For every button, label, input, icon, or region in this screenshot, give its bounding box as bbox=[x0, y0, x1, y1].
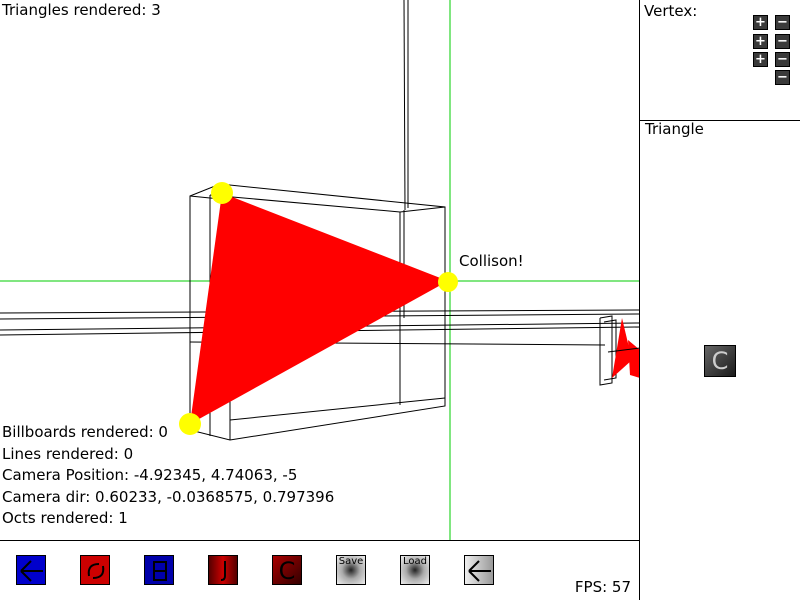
rotate-button[interactable] bbox=[80, 555, 110, 585]
bottom-toolbar: C Save Load FPS: 57 bbox=[0, 540, 639, 601]
vertex-marker-top bbox=[211, 182, 233, 204]
vertex-z-plus-button[interactable]: + bbox=[753, 52, 768, 67]
vertex-x-minus-button[interactable]: − bbox=[775, 15, 790, 30]
octs-rendered-text: Octs rendered: 1 bbox=[2, 509, 128, 527]
save-button[interactable]: Save bbox=[336, 555, 366, 585]
save-label: Save bbox=[338, 556, 364, 567]
lines-rendered-text: Lines rendered: 0 bbox=[2, 444, 134, 463]
equals-button[interactable] bbox=[144, 555, 174, 585]
rendered-triangle bbox=[190, 193, 448, 424]
fps-counter: FPS: 57 bbox=[574, 578, 631, 596]
left-arrow-icon bbox=[20, 560, 43, 582]
joint-button[interactable] bbox=[208, 555, 238, 585]
c-button-label: C bbox=[278, 557, 296, 585]
vertex-x-plus-button[interactable]: + bbox=[753, 15, 768, 30]
triangle-c-button[interactable]: C bbox=[704, 345, 736, 377]
triangles-rendered-text: Triangles rendered: 3 bbox=[2, 1, 161, 19]
vertex-section: Vertex: + − + − + − − bbox=[640, 0, 800, 121]
load-label: Load bbox=[403, 556, 427, 567]
vertex-marker-right bbox=[438, 272, 458, 292]
billboards-rendered-text: Billboards rendered: 0 bbox=[2, 423, 168, 441]
camera-position-text: Camera Position: -4.92345, 4.74063, -5 bbox=[2, 466, 298, 484]
blue-arrow-button[interactable] bbox=[16, 555, 46, 585]
rotate-icon bbox=[87, 563, 105, 579]
triangle-label: Triangle bbox=[645, 120, 704, 138]
back-arrow-icon bbox=[468, 560, 491, 582]
distant-object bbox=[599, 315, 640, 386]
c-button[interactable]: C bbox=[272, 555, 302, 585]
collision-label: Collison! bbox=[459, 252, 524, 270]
vertex-y-minus-button[interactable]: − bbox=[775, 34, 790, 49]
vertex-label: Vertex: bbox=[644, 2, 698, 20]
camera-dir-text: Camera dir: 0.60233, -0.0368575, 0.79739… bbox=[2, 487, 335, 506]
stats-overlay: Billboards rendered: 0 Lines rendered: 0… bbox=[2, 422, 334, 530]
vertex-y-plus-button[interactable]: + bbox=[753, 34, 768, 49]
hook-icon bbox=[220, 561, 226, 581]
vertex-z-minus-button[interactable]: − bbox=[775, 52, 790, 67]
editor-side-panel: Vertex: + − + − + − − Triangle C bbox=[639, 0, 800, 600]
load-button[interactable]: Load bbox=[400, 555, 430, 585]
vertex-extra-minus-button[interactable]: − bbox=[775, 70, 790, 85]
back-button[interactable] bbox=[464, 555, 494, 585]
3d-viewport[interactable]: Triangles rendered: 3 Collison! Billboar… bbox=[0, 0, 640, 540]
equals-icon bbox=[153, 561, 167, 581]
